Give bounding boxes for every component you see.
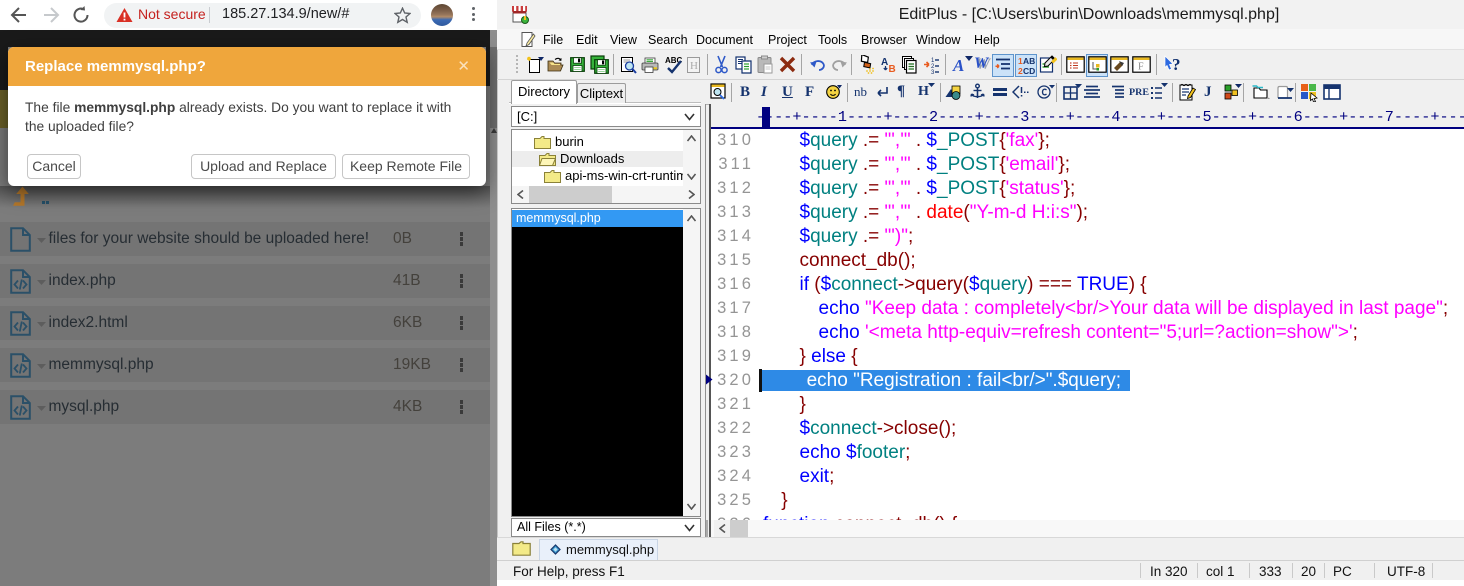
svg-text:B: B [889,64,896,75]
svg-text:F: F [1138,62,1144,73]
svg-text:H: H [690,60,698,72]
svg-text:A: A [881,57,888,68]
svg-text:3: 3 [931,70,935,74]
svg-text:?: ? [1172,55,1181,74]
